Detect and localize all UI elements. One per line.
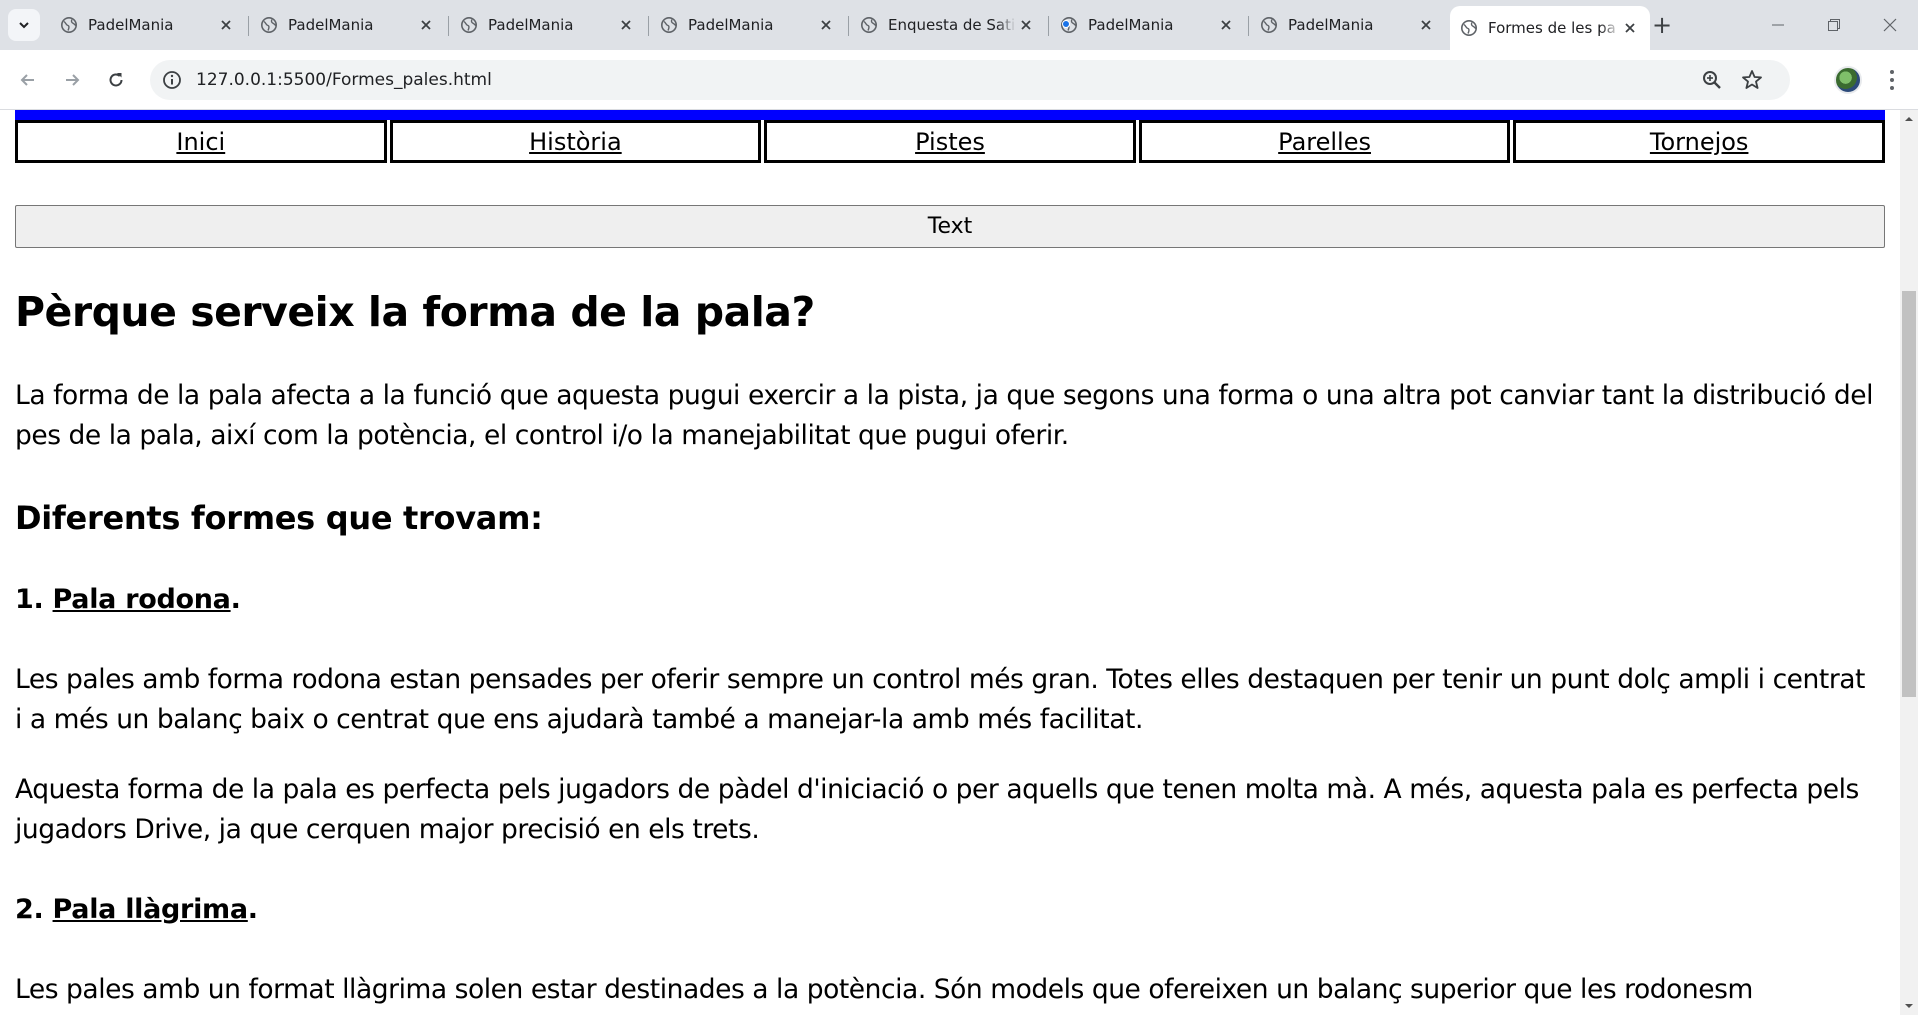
tab-close-icon[interactable] (1016, 15, 1036, 35)
globe-icon (861, 17, 877, 33)
browser-tab[interactable]: PadelMania (1250, 8, 1446, 42)
scrollbar-thumb[interactable] (1902, 291, 1916, 697)
browser-tab[interactable]: PadelMania (250, 8, 446, 42)
rodona-paragraph-1: Les pales amb forma rodona estan pensade… (15, 664, 1865, 735)
tab-separator (448, 16, 449, 36)
globe-icon (61, 17, 77, 33)
tab-close-icon[interactable] (216, 15, 236, 35)
browser-tab[interactable]: Formes de les pa (1450, 6, 1650, 50)
arrow-right-icon (66, 74, 80, 86)
minimize-button[interactable] (1750, 0, 1806, 50)
tab-separator (1048, 16, 1049, 36)
header-blue-bar (15, 110, 1885, 120)
globe-icon (261, 17, 277, 33)
tab-activity-dot (1062, 20, 1070, 28)
shape-heading-rodona: 1. Pala rodona. (15, 580, 1877, 620)
shape-heading-llagrima: 2. Pala llàgrima. (15, 890, 1877, 930)
tab-title: PadelMania (88, 16, 174, 34)
nav-link-inici[interactable]: Inici (15, 120, 387, 163)
info-icon[interactable] (162, 70, 182, 90)
arrow-left-icon (20, 74, 34, 86)
address-bar[interactable]: 127.0.0.1:5500/Formes_pales.html (150, 60, 1790, 100)
minimize-icon (1772, 24, 1784, 26)
zoom-icon[interactable] (1700, 68, 1724, 92)
browser-tab[interactable]: Enquesta de Sati (850, 8, 1046, 42)
close-window-button[interactable] (1862, 0, 1918, 50)
globe-icon (461, 17, 477, 33)
tab-close-icon[interactable] (616, 15, 636, 35)
back-button[interactable] (12, 64, 44, 96)
tab-close-icon[interactable] (1620, 18, 1640, 38)
tab-separator (1248, 16, 1249, 36)
globe-icon (1461, 20, 1477, 36)
bookmark-star-icon[interactable] (1740, 68, 1764, 92)
shape-number: 2. (15, 894, 53, 925)
tab-title: PadelMania (288, 16, 374, 34)
tab-close-icon[interactable] (416, 15, 436, 35)
shape-suffix: . (247, 894, 258, 925)
page-scrollbar[interactable] (1900, 110, 1918, 1015)
tab-search-button[interactable] (8, 9, 40, 41)
browser-tab[interactable]: PadelMania (450, 8, 646, 42)
nav-link-parelles[interactable]: Parelles (1138, 120, 1511, 163)
shape-number: 1. (15, 584, 53, 615)
tab-close-icon[interactable] (1416, 15, 1436, 35)
globe-icon (1261, 17, 1277, 33)
text-button[interactable]: Text (15, 205, 1885, 248)
browser-tab[interactable]: PadelMania (50, 8, 246, 42)
browser-tab[interactable]: PadelMania (650, 8, 846, 42)
close-icon (1883, 18, 1897, 32)
nav-link-historia[interactable]: Història (389, 120, 762, 163)
main-nav: Inici Història Pistes Parelles Tornejos (15, 120, 1885, 163)
tab-strip: PadelMania PadelMania PadelMania PadelMania… (0, 0, 1918, 50)
rodona-paragraph-2: Aquesta forma de la pala es perfecta pel… (15, 774, 1859, 845)
chevron-down-icon (19, 22, 29, 29)
page-viewport: Inici Història Pistes Parelles Tornejos … (0, 110, 1900, 1015)
restore-button[interactable] (1806, 0, 1862, 50)
intro-paragraph: La forma de la pala afecta a la funció q… (15, 380, 1874, 451)
shape-name: Pala rodona (52, 584, 231, 615)
browser-tab[interactable]: PadelMania (1050, 8, 1246, 42)
browser-toolbar: 127.0.0.1:5500/Formes_pales.html (0, 50, 1918, 110)
tab-title: Enquesta de Sati (888, 16, 1016, 34)
profile-avatar[interactable] (1834, 66, 1862, 94)
browser-menu-button[interactable] (1880, 64, 1904, 96)
tab-close-icon[interactable] (816, 15, 836, 35)
restore-icon (1828, 19, 1840, 31)
nav-link-tornejos[interactable]: Tornejos (1513, 120, 1885, 163)
tab-separator (248, 16, 249, 36)
nav-link-pistes[interactable]: Pistes (764, 120, 1136, 163)
tab-close-icon[interactable] (1216, 15, 1236, 35)
shape-name: Pala llàgrima (52, 894, 249, 925)
globe-icon (661, 17, 677, 33)
new-tab-button[interactable]: + (1648, 11, 1676, 39)
llagrima-paragraph-1: Les pales amb un format llàgrima solen e… (15, 974, 1753, 1005)
reload-icon (109, 73, 123, 87)
page-title: Pèrque serveix la forma de la pala? (15, 288, 815, 336)
tab-title: PadelMania (1288, 16, 1374, 34)
forward-button[interactable] (56, 64, 88, 96)
tab-title: Formes de les pa (1488, 19, 1616, 37)
tab-separator (648, 16, 649, 36)
scroll-down-arrow-icon[interactable] (1904, 1001, 1914, 1011)
tab-title: PadelMania (688, 16, 774, 34)
tab-title: PadelMania (488, 16, 574, 34)
section-heading: Diferents formes que trovam: (15, 499, 543, 537)
reload-button[interactable] (100, 64, 132, 96)
tab-separator (848, 16, 849, 36)
url-text[interactable]: 127.0.0.1:5500/Formes_pales.html (196, 60, 492, 100)
tab-title: PadelMania (1088, 16, 1174, 34)
main-content: Pèrque serveix la forma de la pala? La f… (15, 286, 1877, 1015)
shape-suffix: . (230, 584, 241, 615)
scroll-up-arrow-icon[interactable] (1904, 114, 1914, 124)
